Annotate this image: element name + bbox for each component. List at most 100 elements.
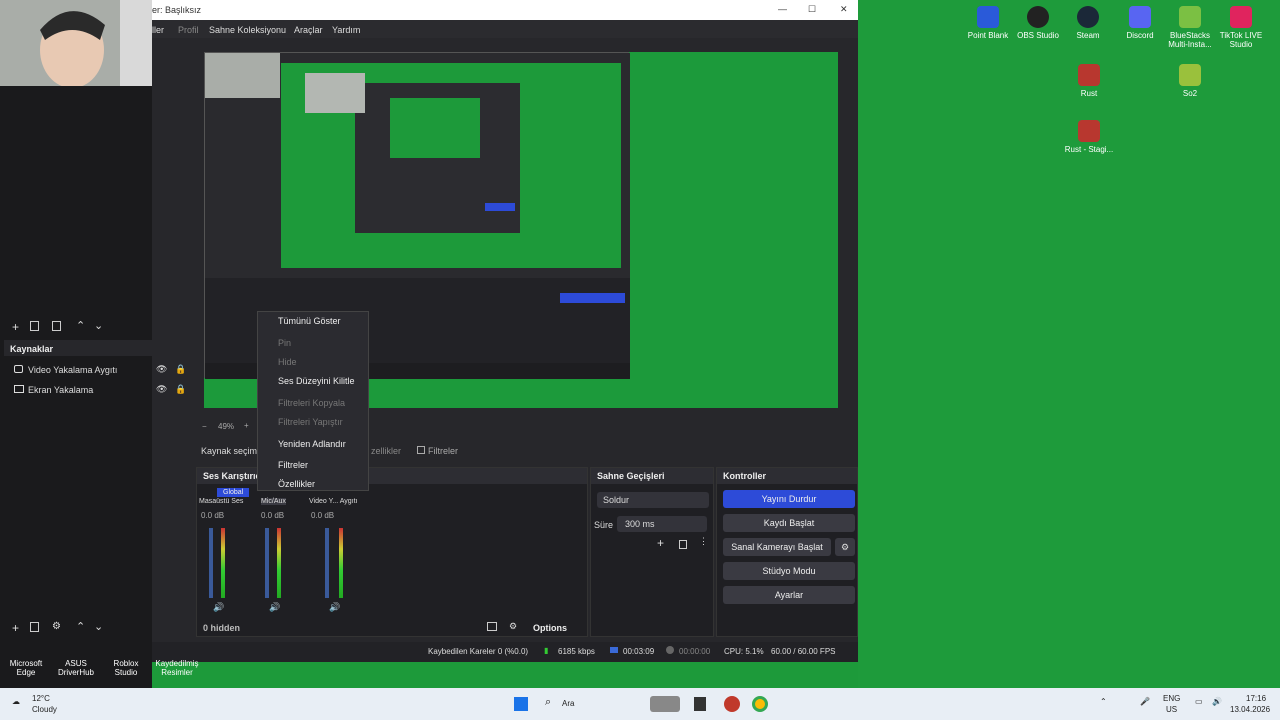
menu-rename[interactable]: Yeniden Adlandır <box>278 439 346 449</box>
search-icon[interactable]: ⌕ <box>545 696 551 709</box>
speaker-icon[interactable]: 🔊 <box>269 602 280 613</box>
source-item-video-capture[interactable]: Video Yakalama Aygıtı 👁 🔒 <box>0 362 192 380</box>
menu-scenes[interactable]: ller <box>152 25 164 35</box>
taskview-icon[interactable] <box>694 697 706 711</box>
language-secondary[interactable]: US <box>1166 705 1177 714</box>
menu-help[interactable]: Yardım <box>332 25 360 35</box>
filters-button[interactable]: Filtreler <box>417 446 458 456</box>
add-transition-icon[interactable]: + <box>657 536 664 550</box>
move-up-icon[interactable]: ⌃ <box>76 620 85 633</box>
remove-transition-icon[interactable] <box>679 540 687 549</box>
transition-select[interactable]: Soldur <box>597 492 709 508</box>
desktop-fader[interactable] <box>209 528 213 598</box>
rust-staging-icon <box>1078 120 1100 142</box>
lock-icon[interactable]: 🔒 <box>175 384 186 395</box>
eye-icon[interactable]: 👁 <box>156 364 167 375</box>
desktop-icon-steam[interactable]: Steam <box>1058 0 1118 40</box>
mixer-settings-icon[interactable]: ⚙ <box>509 621 517 632</box>
network-icon[interactable]: ▭ <box>1195 697 1203 706</box>
desktop-icon-edge[interactable]: Microsoft Edge <box>6 659 46 677</box>
menu-filters[interactable]: Filtreler <box>278 460 308 470</box>
stop-streaming-button[interactable]: Yayını Durdur <box>723 490 855 508</box>
menu-tools[interactable]: Araçlar <box>294 25 323 35</box>
zoom-in-button[interactable]: + <box>244 421 249 430</box>
desktop-icon-roblox[interactable]: Roblox Studio <box>106 659 146 677</box>
windows-start-icon[interactable] <box>514 697 528 711</box>
virtual-camera-settings-icon[interactable]: ⚙ <box>835 538 855 556</box>
volume-icon[interactable]: 🔊 <box>1212 697 1222 706</box>
menu-paste-filters[interactable]: Filtreleri Yapıştır <box>278 417 343 427</box>
microphone-icon[interactable]: 🎤 <box>1140 697 1150 706</box>
signal-icon: ▮ <box>544 646 549 655</box>
menu-pin[interactable]: Pin <box>278 338 291 348</box>
menu-hide[interactable]: Hide <box>278 357 297 367</box>
menu-copy-filters[interactable]: Filtreleri Kopyala <box>278 398 345 408</box>
lock-icon[interactable]: 🔒 <box>175 364 186 375</box>
duration-input[interactable]: 300 ms <box>617 516 707 532</box>
video-db: 0.0 dB <box>311 511 335 520</box>
left-desktop-icons: Microsoft Edge ASUS DriverHub Roblox Stu… <box>0 656 200 686</box>
mixer-channel-mic[interactable]: Mic/Aux <box>261 498 286 505</box>
clock-date[interactable]: 13.04.2026 <box>1230 705 1270 714</box>
gear-icon[interactable]: ⚙ <box>52 621 61 632</box>
studio-mode-button[interactable]: Stüdyo Modu <box>723 562 855 580</box>
clock-time[interactable]: 17:16 <box>1246 694 1266 703</box>
speaker-icon[interactable]: 🔊 <box>213 602 224 613</box>
mixer-channel-video[interactable]: Video Y... Aygıtı <box>309 498 358 505</box>
scene-filter-icon[interactable] <box>52 321 61 331</box>
app-icon[interactable] <box>724 696 740 712</box>
window-titlebar: er: Başlıksız — ☐ ✕ <box>152 0 858 20</box>
menu-show-all[interactable]: Tümünü Göster <box>278 316 341 326</box>
layout-icon[interactable] <box>487 622 497 631</box>
move-down-icon[interactable]: ⌄ <box>94 319 103 332</box>
tray-chevron-icon[interactable]: ⌃ <box>1100 697 1107 706</box>
eye-icon[interactable]: 👁 <box>156 384 167 395</box>
search-label[interactable]: Ara <box>562 699 574 708</box>
desktop-icon-so2[interactable]: So2 <box>1160 58 1220 98</box>
transition-menu-icon[interactable]: ⋮ <box>699 536 708 547</box>
start-recording-button[interactable]: Kaydı Başlat <box>723 514 855 532</box>
menu-profile[interactable]: Profil <box>178 25 199 35</box>
desktop-icon-rust-staging[interactable]: Rust - Stagi... <box>1059 114 1119 154</box>
remove-source-icon[interactable] <box>30 622 39 632</box>
desktop-icon-tiktok[interactable]: TikTok LIVE Studio <box>1211 0 1271 49</box>
video-fader[interactable] <box>325 528 329 598</box>
move-up-icon[interactable]: ⌃ <box>76 319 85 332</box>
record-icon <box>666 646 674 654</box>
menu-properties[interactable]: Özellikler <box>278 479 315 489</box>
stream-icon <box>610 647 618 653</box>
zoom-level: 49% <box>218 422 235 431</box>
move-down-icon[interactable]: ⌄ <box>94 620 103 633</box>
add-scene-icon[interactable]: + <box>12 320 19 334</box>
options-button[interactable]: Options <box>533 623 567 633</box>
add-source-icon[interactable]: + <box>12 621 19 635</box>
close-button[interactable]: ✕ <box>840 4 848 15</box>
minimize-button[interactable]: — <box>778 4 787 14</box>
global-tab[interactable]: Global <box>217 488 250 497</box>
widgets-icon[interactable] <box>650 696 680 712</box>
speaker-icon[interactable]: 🔊 <box>329 602 340 613</box>
sources-header: Kaynaklar <box>4 340 192 356</box>
chrome-icon[interactable] <box>752 696 768 712</box>
point-blank-icon <box>977 6 999 28</box>
source-item-screen-capture[interactable]: Ekran Yakalama 👁 🔒 <box>0 382 192 400</box>
language-primary[interactable]: ENG <box>1163 694 1180 703</box>
tiktok-icon <box>1230 6 1252 28</box>
weather-temp: 12°C <box>32 694 50 703</box>
cpu-usage: CPU: 5.1% <box>724 647 764 656</box>
settings-button[interactable]: Ayarlar <box>723 586 855 604</box>
zoom-out-button[interactable]: − <box>202 422 207 431</box>
mixer-channel-desktop[interactable]: Masaüstü Ses <box>199 498 243 505</box>
maximize-button[interactable]: ☐ <box>808 4 816 15</box>
menu-scene-collection[interactable]: Sahne Koleksiyonu <box>209 25 286 35</box>
desktop-icon-saved-pictures[interactable]: Kaydedilmiş Resimler <box>154 659 200 677</box>
monitor-icon <box>14 385 24 393</box>
menu-lock-volume[interactable]: Ses Düzeyini Kilitle <box>278 376 355 386</box>
properties-button[interactable]: zellikler <box>371 446 401 456</box>
mic-fader[interactable] <box>265 528 269 598</box>
desktop-icon-rust[interactable]: Rust <box>1059 58 1119 98</box>
start-virtual-camera-button[interactable]: Sanal Kamerayı Başlat <box>723 538 831 556</box>
webcam-overlay <box>0 0 152 86</box>
remove-scene-icon[interactable] <box>30 321 39 331</box>
desktop-icon-asus[interactable]: ASUS DriverHub <box>56 659 96 677</box>
